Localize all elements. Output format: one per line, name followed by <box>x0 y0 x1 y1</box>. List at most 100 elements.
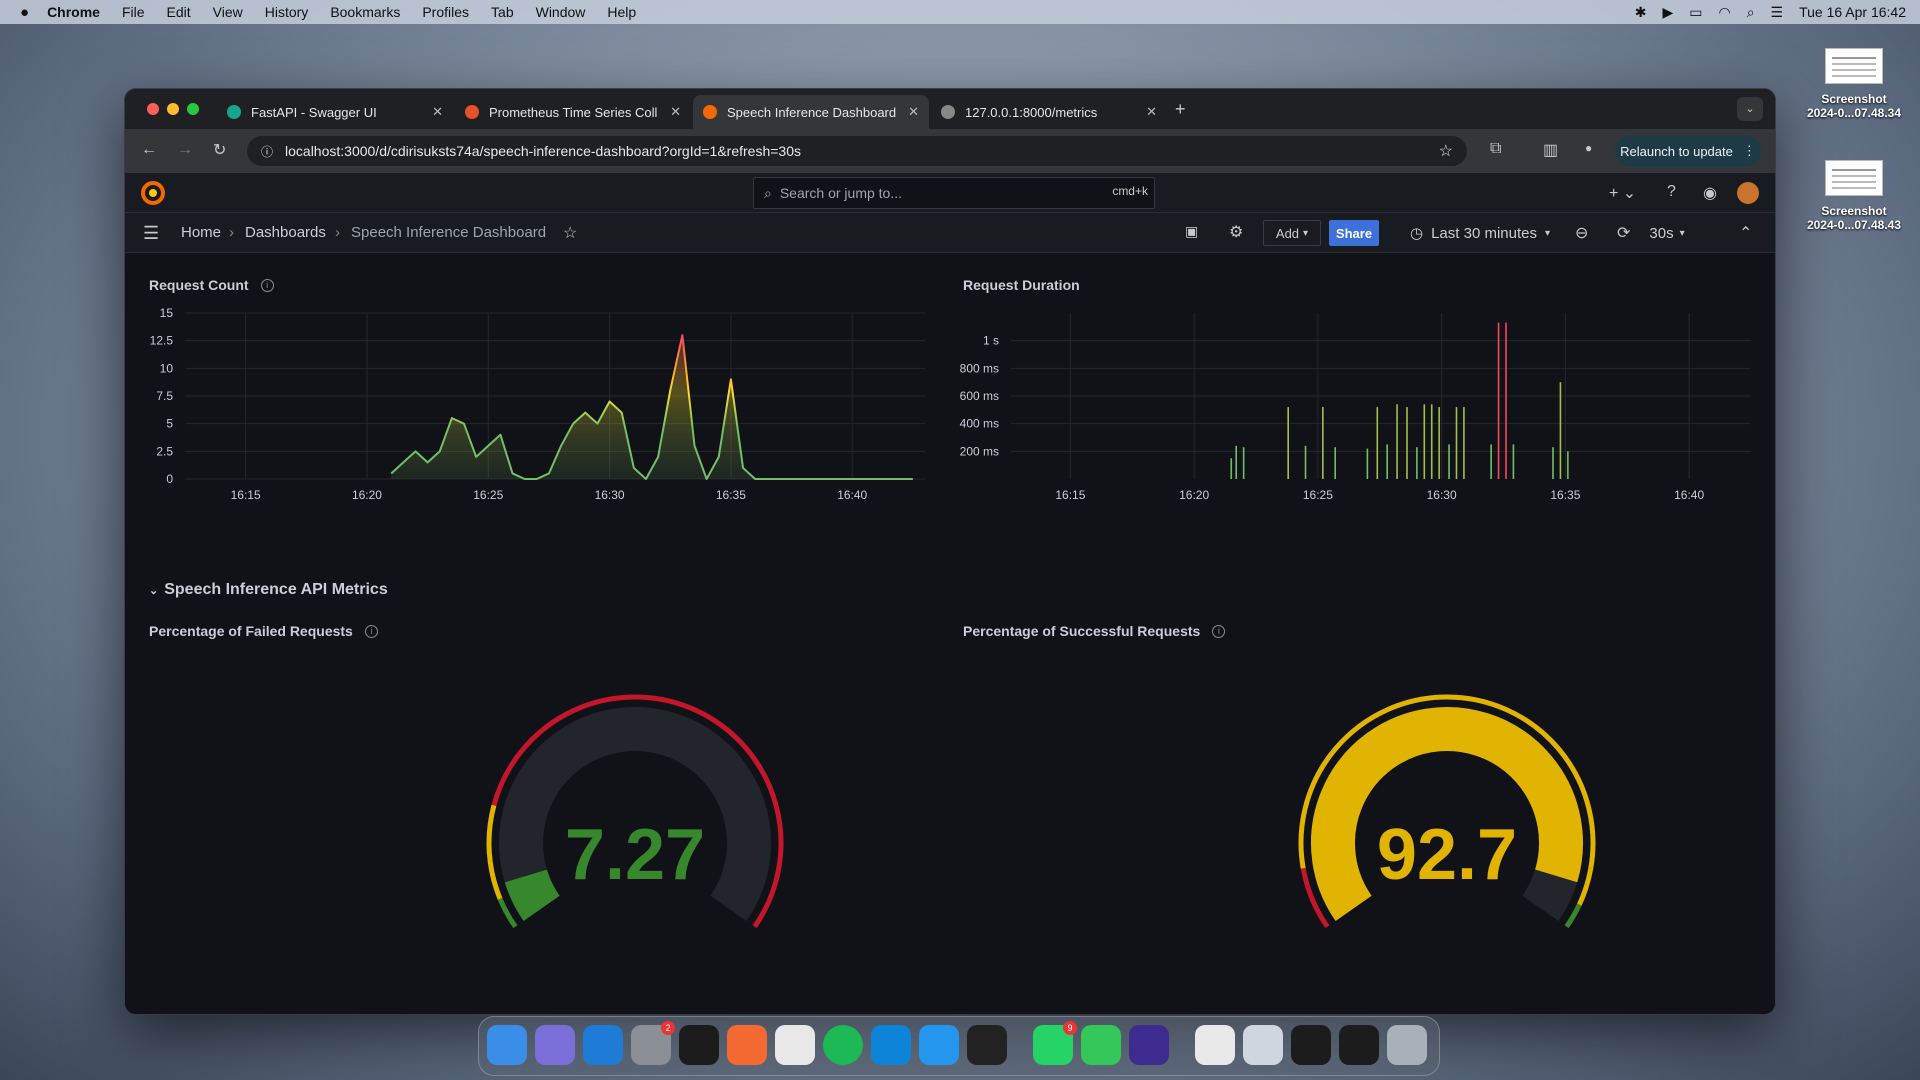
success-gauge[interactable]: 92.7 <box>1277 653 1657 973</box>
play-icon[interactable]: ▶ <box>1662 4 1673 21</box>
breadcrumb-home[interactable]: Home <box>181 224 221 241</box>
refresh-interval-picker[interactable]: 30s ▾ <box>1639 220 1695 246</box>
request-duration-chart[interactable]: 200 ms 400 ms 600 ms 800 ms 1 s 16:15 16:20 16:… <box>951 303 1761 523</box>
tab-dashboard[interactable]: Speech Inference Dashboard ✕ <box>693 95 929 129</box>
menu-view[interactable]: View <box>213 4 243 20</box>
intellij-icon[interactable] <box>1129 1025 1169 1065</box>
minimize-window-button[interactable] <box>167 103 179 115</box>
menu-bar: ● Chrome File Edit View History Bookmark… <box>0 0 1920 24</box>
music-icon[interactable] <box>1195 1025 1235 1065</box>
terminal-icon[interactable] <box>679 1025 719 1065</box>
relaunch-label: Relaunch to update <box>1620 143 1733 159</box>
tab-title: Speech Inference Dashboard <box>727 104 897 120</box>
row-header[interactable]: ⌄ Speech Inference API Metrics <box>149 581 388 599</box>
side-panel-icon[interactable]: ▥ <box>1543 140 1558 160</box>
chrome-window-icon[interactable] <box>1291 1025 1331 1065</box>
activity-monitor-icon[interactable] <box>967 1025 1007 1065</box>
panel-title: Request Count <box>149 277 249 293</box>
menu-history[interactable]: History <box>265 4 309 20</box>
settings-gear-icon[interactable]: ⚙ <box>1229 222 1243 242</box>
menu-window[interactable]: Window <box>536 4 586 20</box>
avatar[interactable] <box>1737 182 1759 204</box>
control-center-icon[interactable]: ☰ <box>1771 4 1784 21</box>
menu-bookmarks[interactable]: Bookmarks <box>330 4 400 20</box>
relaunch-button[interactable]: Relaunch to update ⋮ <box>1615 135 1761 167</box>
docker-icon[interactable] <box>919 1025 959 1065</box>
menu-hamburger-icon[interactable]: ☰ <box>143 223 159 244</box>
url-field[interactable]: ⓘ localhost:3000/d/cdirisuksts74a/speech… <box>247 136 1467 166</box>
collapse-icon[interactable]: ⌃ <box>1739 223 1752 243</box>
refresh-icon[interactable]: ⟳ <box>1617 223 1630 243</box>
save-icon[interactable]: ▣ <box>1185 223 1198 240</box>
messages-icon[interactable] <box>1081 1025 1121 1065</box>
tab-prometheus[interactable]: Prometheus Time Series Coll ✕ <box>455 95 691 129</box>
close-icon[interactable]: ✕ <box>432 104 443 120</box>
tab-metrics[interactable]: 127.0.0.1:8000/metrics ✕ <box>931 95 1167 129</box>
desktop-file[interactable]: Screenshot 2024-0...07.48.43 <box>1804 160 1904 232</box>
menu-file[interactable]: File <box>122 4 145 20</box>
sun-icon[interactable]: ✱ <box>1635 4 1647 21</box>
new-tab-icon[interactable]: + <box>1175 99 1186 120</box>
zoom-window-button[interactable] <box>187 103 199 115</box>
close-icon[interactable]: ✕ <box>1146 104 1157 120</box>
profile-icon[interactable]: ● <box>1585 141 1592 155</box>
more-menu-icon[interactable]: ⋮ <box>1743 143 1756 159</box>
breadcrumb-dashboards[interactable]: Dashboards <box>245 224 326 241</box>
add-button[interactable]: Add ▾ <box>1263 220 1321 246</box>
close-icon[interactable]: ✕ <box>908 104 919 120</box>
forward-icon[interactable]: → <box>177 141 193 159</box>
back-icon[interactable]: ← <box>141 141 157 159</box>
edge-icon[interactable] <box>871 1025 911 1065</box>
tab-search-icon[interactable]: ⌄ <box>1737 97 1763 121</box>
spotify-icon[interactable] <box>823 1025 863 1065</box>
battery-icon[interactable]: ▭ <box>1689 4 1702 21</box>
menu-help[interactable]: Help <box>607 4 636 20</box>
new-plus-icon[interactable]: + ⌄ <box>1609 183 1636 203</box>
chrome-window-icon[interactable] <box>1339 1025 1379 1065</box>
failed-gauge[interactable]: 7.27 <box>465 653 845 973</box>
menu-profiles[interactable]: Profiles <box>422 4 469 20</box>
zoom-out-icon[interactable]: ⊖ <box>1575 223 1588 243</box>
info-icon[interactable]: i <box>1212 624 1226 638</box>
vscode-icon[interactable] <box>583 1025 623 1065</box>
site-info-icon[interactable]: ⓘ <box>261 143 273 160</box>
y-tick-label: 12.5 <box>150 334 174 348</box>
news-icon[interactable]: ◉ <box>1703 183 1717 203</box>
request-count-chart[interactable]: 0 2.5 5 7.5 10 12.5 15 16:15 16:20 16:25 16:30 16:3… <box>135 303 935 523</box>
finder-icon[interactable] <box>487 1025 527 1065</box>
preview-window-icon[interactable] <box>1243 1025 1283 1065</box>
reload-icon[interactable]: ↻ <box>213 140 226 160</box>
page-title: Speech Inference Dashboard <box>351 224 547 241</box>
extensions-icon[interactable]: ⧉ <box>1490 140 1501 158</box>
close-icon[interactable]: ✕ <box>670 104 681 120</box>
launchpad-icon[interactable] <box>535 1025 575 1065</box>
trash-icon[interactable] <box>1387 1025 1427 1065</box>
panel-header-failed[interactable]: Percentage of Failed Requests i <box>149 623 378 639</box>
postman-icon[interactable] <box>727 1025 767 1065</box>
desktop-file[interactable]: Screenshot 2024-0...07.48.34 <box>1804 48 1904 120</box>
chrome-icon[interactable] <box>775 1025 815 1065</box>
menu-tab[interactable]: Tab <box>491 4 514 20</box>
gauge-value: 7.27 <box>565 815 705 895</box>
info-icon[interactable]: i <box>260 278 274 292</box>
search-input[interactable]: ⌕ Search or jump to... cmd+k <box>753 177 1155 209</box>
bookmark-star-icon[interactable]: ☆ <box>1439 141 1453 161</box>
menu-app-name[interactable]: Chrome <box>47 4 100 20</box>
panel-header-request-count[interactable]: Request Count i <box>149 277 274 293</box>
menu-edit[interactable]: Edit <box>167 4 191 20</box>
time-range-picker[interactable]: ◷ Last 30 minutes ▾ <box>1401 220 1559 246</box>
clock-icon: ◷ <box>1409 225 1424 242</box>
close-window-button[interactable] <box>147 103 159 115</box>
apple-icon[interactable]: ● <box>20 4 29 21</box>
panel-header-request-duration[interactable]: Request Duration <box>963 277 1080 295</box>
panel-header-success[interactable]: Percentage of Successful Requests i <box>963 623 1226 639</box>
share-button[interactable]: Share <box>1329 220 1379 246</box>
spotlight-icon[interactable]: ⌕ <box>1747 4 1755 21</box>
favorite-star-icon[interactable]: ☆ <box>563 223 577 243</box>
info-icon[interactable]: i <box>364 624 378 638</box>
wifi-icon[interactable]: ◠ <box>1718 4 1730 21</box>
tab-swagger[interactable]: FastAPI - Swagger UI ✕ <box>217 95 453 129</box>
menubar-clock[interactable]: Tue 16 Apr 16:42 <box>1799 4 1906 20</box>
help-icon[interactable]: ? <box>1667 183 1676 201</box>
grafana-logo-icon[interactable] <box>141 181 165 205</box>
